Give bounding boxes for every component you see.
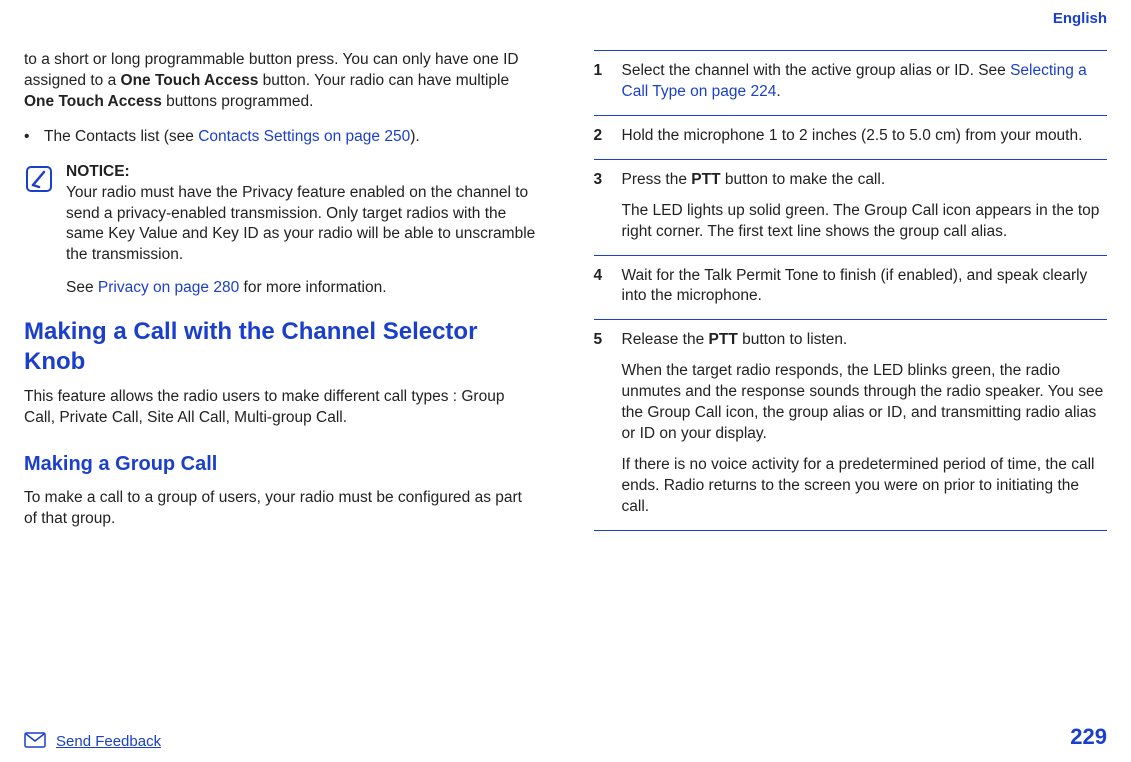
text: .: [776, 83, 780, 100]
bullet-marker: •: [24, 127, 44, 148]
text: Select the channel with the active group…: [622, 62, 1011, 79]
text: The LED lights up solid green. The Group…: [622, 202, 1100, 240]
step-text: The LED lights up solid green. The Group…: [622, 201, 1108, 243]
text: When the target radio responds, the LED …: [622, 362, 1104, 442]
text: See: [66, 279, 98, 296]
privacy-link[interactable]: Privacy on page 280: [98, 279, 239, 296]
page-footer: Send Feedback 229: [24, 724, 1107, 750]
step-body: Release the PTT button to listen. When th…: [622, 330, 1108, 517]
text: If there is no voice activity for a pred…: [622, 456, 1095, 515]
notice-see: See Privacy on page 280 for more informa…: [66, 278, 538, 299]
step-text: If there is no voice activity for a pred…: [622, 455, 1108, 518]
heading-description: This feature allows the radio users to m…: [24, 387, 538, 429]
step-text: Hold the microphone 1 to 2 inches (2.5 t…: [622, 126, 1108, 147]
text: Hold the microphone 1 to 2 inches (2.5 t…: [622, 127, 1083, 144]
procedure-step: 5Release the PTT button to listen. When t…: [594, 319, 1108, 530]
step-body: Press the PTT button to make the call. Th…: [622, 170, 1108, 243]
step-text: Wait for the Talk Permit Tone to finish …: [622, 266, 1108, 308]
notice-icon: [24, 162, 66, 300]
left-column: to a short or long programmable button p…: [24, 50, 538, 682]
text: Press the: [622, 171, 692, 188]
procedure-step: 4Wait for the Talk Permit Tone to finish…: [594, 255, 1108, 320]
notice-block: NOTICE: Your radio must have the Privacy…: [24, 162, 538, 300]
page-number: 229: [1070, 724, 1107, 750]
step-number: 3: [594, 170, 622, 243]
notice-text: Your radio must have the Privacy feature…: [66, 183, 538, 267]
step-text: Release the PTT button to listen.: [622, 330, 1108, 351]
right-column: 1Select the channel with the active grou…: [594, 50, 1108, 682]
notice-title: NOTICE:: [66, 162, 538, 183]
step-body: Wait for the Talk Permit Tone to finish …: [622, 266, 1108, 308]
step-body: Select the channel with the active group…: [622, 61, 1108, 103]
bold-text: PTT: [691, 171, 720, 188]
one-touch-access-bold: One Touch Access: [24, 93, 162, 110]
text: button to listen.: [738, 331, 847, 348]
heading-channel-selector: Making a Call with the Channel Selector …: [24, 317, 538, 377]
step-text: Select the channel with the active group…: [622, 61, 1108, 103]
feedback-icon: [24, 732, 46, 750]
notice-body: NOTICE: Your radio must have the Privacy…: [66, 162, 538, 300]
text: for more information.: [239, 279, 386, 296]
send-feedback-link[interactable]: Send Feedback: [24, 732, 161, 750]
bullet-text: The Contacts list (see Contacts Settings…: [44, 127, 538, 148]
step-number: 1: [594, 61, 622, 103]
intro-paragraph: to a short or long programmable button p…: [24, 50, 538, 113]
procedure-step: 3Press the PTT button to make the call. T…: [594, 159, 1108, 255]
text: ).: [410, 128, 419, 145]
language-label: English: [1053, 10, 1107, 27]
contacts-settings-link[interactable]: Contacts Settings on page 250: [198, 128, 410, 145]
text: The Contacts list (see: [44, 128, 198, 145]
procedure-step: 2Hold the microphone 1 to 2 inches (2.5 …: [594, 115, 1108, 159]
step-number: 5: [594, 330, 622, 517]
text: Wait for the Talk Permit Tone to finish …: [622, 267, 1088, 305]
group-call-description: To make a call to a group of users, your…: [24, 488, 538, 530]
step-number: 4: [594, 266, 622, 308]
text: button. Your radio can have multiple: [258, 72, 509, 89]
step-body: Hold the microphone 1 to 2 inches (2.5 t…: [622, 126, 1108, 147]
two-column-layout: to a short or long programmable button p…: [24, 12, 1107, 682]
text: button to make the call.: [721, 171, 886, 188]
text: Release the: [622, 331, 709, 348]
step-text: Press the PTT button to make the call.: [622, 170, 1108, 191]
page: English to a short or long programmable …: [0, 0, 1131, 762]
contacts-bullet: • The Contacts list (see Contacts Settin…: [24, 127, 538, 148]
one-touch-access-bold: One Touch Access: [121, 72, 259, 89]
text: buttons programmed.: [162, 93, 314, 110]
send-feedback-label: Send Feedback: [56, 733, 161, 750]
heading-group-call: Making a Group Call: [24, 451, 538, 478]
step-number: 2: [594, 126, 622, 147]
procedure-step: 1Select the channel with the active grou…: [594, 50, 1108, 115]
step-text: When the target radio responds, the LED …: [622, 361, 1108, 445]
bold-text: PTT: [709, 331, 738, 348]
